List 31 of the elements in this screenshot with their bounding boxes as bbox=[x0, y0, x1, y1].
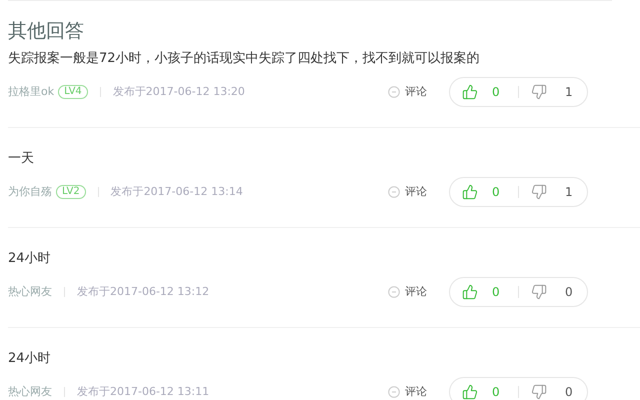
answer-text: 失踪报案一般是72小时，小孩子的话现实中失踪了四处找下，找不到就可以报案的 bbox=[8, 50, 481, 68]
comment-icon bbox=[388, 86, 400, 98]
comment-button[interactable]: 评论 bbox=[388, 184, 427, 200]
dislike-button[interactable]: 1 bbox=[519, 83, 573, 101]
thumbs-up-icon bbox=[462, 184, 478, 200]
thumbs-down-icon bbox=[531, 184, 547, 200]
comment-icon bbox=[388, 386, 400, 398]
thumbs-up-icon bbox=[462, 84, 478, 100]
dislike-button[interactable]: 0 bbox=[519, 383, 573, 400]
post-time: 发布于2017-06-12 13:14 bbox=[110, 184, 243, 200]
post-time: 发布于2017-06-12 13:12 bbox=[77, 284, 210, 300]
thumbs-down-icon bbox=[531, 84, 547, 100]
section-title: 其他回答 bbox=[8, 19, 85, 43]
comment-button[interactable]: 评论 bbox=[388, 284, 427, 300]
dislike-button[interactable]: 1 bbox=[519, 183, 573, 201]
thumbs-up-icon bbox=[462, 384, 478, 400]
thumbs-down-icon bbox=[531, 284, 547, 300]
post-time: 发布于2017-06-12 13:20 bbox=[112, 84, 245, 100]
answer-text: 24小时 bbox=[8, 350, 52, 368]
thumbs-up-icon bbox=[462, 284, 478, 300]
comment-button[interactable]: 评论 bbox=[388, 84, 427, 100]
level-badge: LV2 bbox=[56, 185, 86, 199]
dislike-button[interactable]: 0 bbox=[519, 283, 573, 301]
answer-text: 一天 bbox=[8, 150, 35, 168]
post-time: 发布于2017-06-12 13:11 bbox=[77, 384, 210, 400]
thumbs-down-icon bbox=[531, 384, 547, 400]
comment-icon bbox=[388, 286, 400, 298]
comment-button[interactable]: 评论 bbox=[388, 384, 427, 400]
level-badge: LV4 bbox=[58, 85, 88, 99]
answer-text: 24小时 bbox=[8, 250, 52, 268]
comment-icon bbox=[388, 186, 400, 198]
